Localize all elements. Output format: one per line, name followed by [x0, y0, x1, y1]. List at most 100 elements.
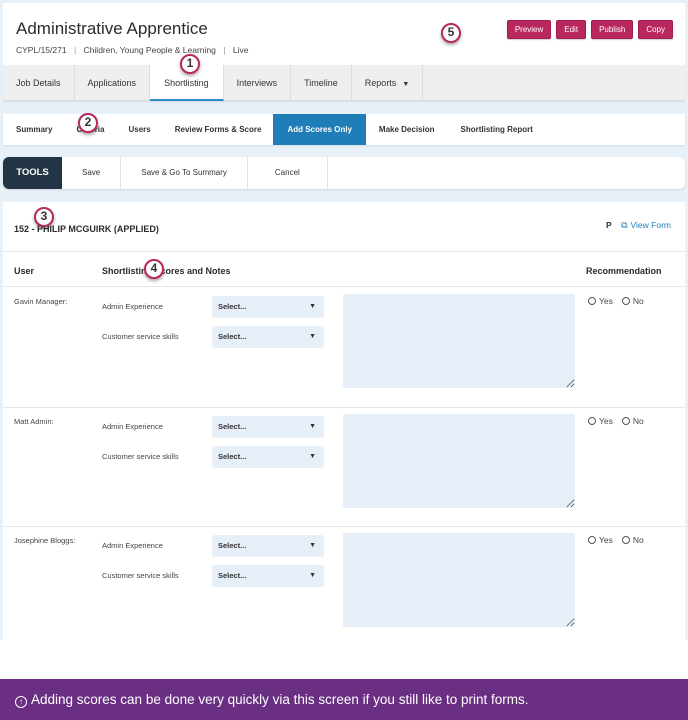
subtab-review-forms-score[interactable]: Review Forms & Score	[163, 114, 274, 145]
reviewer-name: Josephine Bloggs:	[14, 536, 76, 545]
tab-interviews[interactable]: Interviews	[224, 65, 292, 101]
select-value: Select...	[218, 302, 247, 311]
tab-timeline[interactable]: Timeline	[291, 65, 352, 101]
applicant-actions: P ⧉ View Form	[606, 220, 671, 231]
subtab-add-scores-only[interactable]: Add Scores Only	[273, 114, 366, 145]
annotation-marker-3: 3	[34, 207, 54, 227]
scores-panel: 152 - PHILIP MCGUIRK (APPLIED) P ⧉ View F…	[3, 202, 685, 640]
annotation-marker-4: 4	[144, 259, 164, 279]
select-value: Select...	[218, 422, 247, 431]
tab-applications[interactable]: Applications	[75, 65, 151, 101]
radio-yes[interactable]	[588, 536, 596, 544]
caption-banner: ↑ Adding scores can be done very quickly …	[0, 679, 688, 720]
recommendation-radios: Yes No	[588, 296, 644, 306]
reviewer-name: Gavin Manager:	[14, 297, 68, 306]
criterion-label: Customer service skills	[102, 452, 179, 461]
annotation-marker-5: 5	[441, 23, 461, 43]
reviewer-name: Matt Admin:	[14, 417, 54, 426]
criterion-label: Admin Experience	[102, 422, 163, 431]
radio-no-label: No	[632, 416, 644, 426]
main-tabs: Job Details Applications Shortlisting In…	[3, 65, 685, 101]
applicant-flag: P	[606, 220, 612, 230]
annotation-marker-2: 2	[78, 113, 98, 133]
radio-no-label: No	[632, 535, 644, 545]
info-up-arrow-icon: ↑	[15, 696, 27, 708]
caret-down-icon: ▼	[309, 542, 316, 549]
job-reference: CYPL/15/271	[16, 45, 67, 55]
preview-button[interactable]: Preview	[506, 20, 552, 39]
notes-textarea[interactable]	[343, 533, 575, 627]
job-department: Children, Young People & Learning	[83, 45, 216, 55]
external-link-icon: ⧉	[621, 220, 628, 230]
subtab-summary[interactable]: Summary	[3, 114, 64, 145]
applicant-heading: 152 - PHILIP MCGUIRK (APPLIED)	[14, 224, 159, 234]
job-meta: CYPL/15/271 | Children, Young People & L…	[16, 45, 248, 55]
page-title: Administrative Apprentice	[16, 19, 208, 38]
subtab-shortlisting-report[interactable]: Shortlisting Report	[447, 114, 545, 145]
radio-yes-label: Yes	[599, 416, 613, 426]
recommendation-radios: Yes No	[588, 535, 644, 545]
score-select-customer-service[interactable]: Select... ▼	[212, 446, 324, 468]
view-form-label: View Form	[630, 220, 671, 230]
save-button[interactable]: Save	[62, 157, 122, 189]
caret-down-icon: ▼	[309, 423, 316, 430]
tab-job-details[interactable]: Job Details	[3, 65, 75, 101]
subtab-make-decision[interactable]: Make Decision	[366, 114, 448, 145]
caption-text: Adding scores can be done very quickly v…	[31, 692, 529, 707]
criterion-label: Admin Experience	[102, 302, 163, 311]
tools-bar: TOOLS Save Save & Go To Summary Cancel	[3, 157, 685, 189]
subtab-users[interactable]: Users	[116, 114, 162, 145]
reviewer-row: Gavin Manager: Admin Experience Select..…	[3, 287, 685, 407]
divider	[3, 251, 685, 252]
caret-down-icon: ▼	[309, 572, 316, 579]
column-header-user: User	[14, 266, 35, 276]
sub-tabs: Summary Criteria Users Review Forms & Sc…	[3, 114, 685, 145]
radio-yes-label: Yes	[599, 296, 613, 306]
copy-button[interactable]: Copy	[638, 20, 673, 39]
caret-down-icon: ▼	[402, 81, 410, 88]
meta-separator: |	[73, 45, 77, 55]
criterion-label: Admin Experience	[102, 541, 163, 550]
radio-no-label: No	[632, 296, 644, 306]
app-window: Administrative Apprentice CYPL/15/271 | …	[0, 0, 688, 640]
notes-textarea[interactable]	[343, 414, 575, 508]
tab-reports[interactable]: Reports ▼	[352, 65, 424, 101]
annotation-marker-1: 1	[180, 54, 200, 74]
score-select-admin-experience[interactable]: Select... ▼	[212, 416, 324, 438]
radio-yes-label: Yes	[599, 535, 613, 545]
header-actions: Preview Edit Publish Copy	[506, 20, 673, 39]
caret-down-icon: ▼	[309, 333, 316, 340]
select-value: Select...	[218, 571, 247, 580]
caret-down-icon: ▼	[309, 453, 316, 460]
radio-yes[interactable]	[588, 417, 596, 425]
meta-separator: |	[223, 45, 226, 55]
select-value: Select...	[218, 541, 247, 550]
tools-label: TOOLS	[3, 157, 62, 189]
score-select-customer-service[interactable]: Select... ▼	[212, 326, 324, 348]
score-select-customer-service[interactable]: Select... ▼	[212, 565, 324, 587]
radio-no[interactable]	[621, 297, 630, 305]
criterion-label: Customer service skills	[102, 332, 179, 341]
publish-button[interactable]: Publish	[591, 20, 634, 39]
radio-no[interactable]	[621, 417, 630, 425]
reviewer-row: Matt Admin: Admin Experience Select... ▼ …	[3, 407, 685, 527]
edit-button[interactable]: Edit	[556, 20, 587, 39]
job-header: Administrative Apprentice CYPL/15/271 | …	[3, 3, 685, 65]
radio-no[interactable]	[621, 536, 630, 544]
reviewer-row: Josephine Bloggs: Admin Experience Selec…	[3, 526, 685, 640]
score-select-admin-experience[interactable]: Select... ▼	[212, 535, 324, 557]
job-status: Live	[232, 45, 249, 55]
view-form-link[interactable]: ⧉ View Form	[621, 220, 671, 230]
select-value: Select...	[218, 452, 247, 461]
save-go-to-summary-button[interactable]: Save & Go To Summary	[121, 157, 248, 189]
tab-reports-label: Reports	[364, 78, 397, 88]
score-select-admin-experience[interactable]: Select... ▼	[212, 296, 324, 318]
caret-down-icon: ▼	[309, 303, 316, 310]
criterion-label: Customer service skills	[102, 571, 179, 580]
column-header-recommendation: Recommendation	[586, 266, 662, 276]
notes-textarea[interactable]	[343, 294, 575, 388]
select-value: Select...	[218, 332, 247, 341]
radio-yes[interactable]	[588, 297, 596, 305]
column-header-scores: Shortlisting Scores and Notes	[102, 266, 231, 276]
cancel-button[interactable]: Cancel	[248, 157, 328, 189]
